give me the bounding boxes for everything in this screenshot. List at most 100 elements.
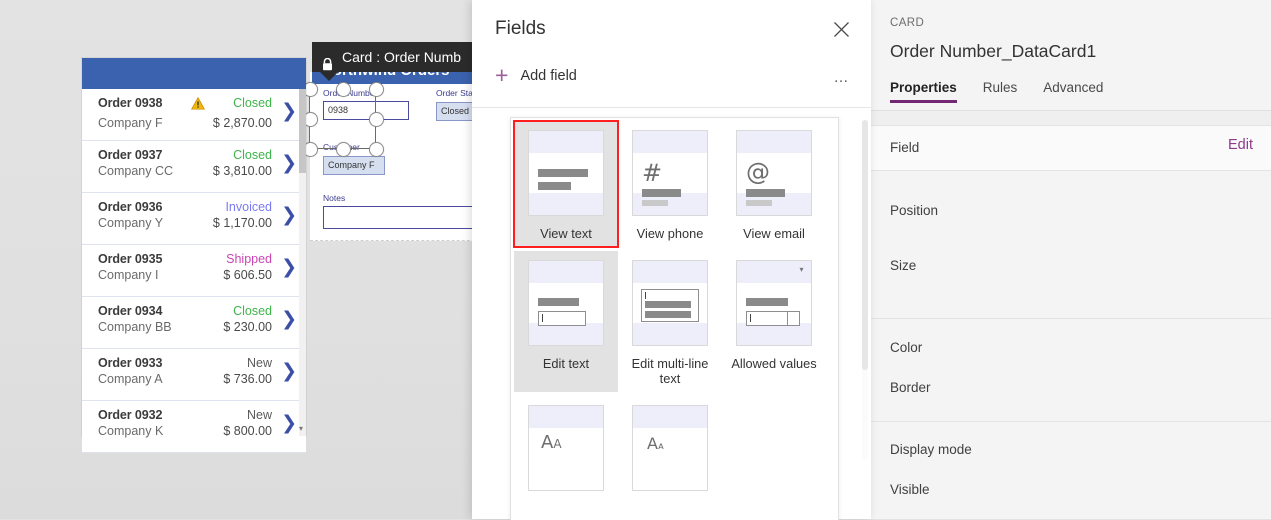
properties-pane[interactable]: CARD Order Number_DataCard1 Properties R… (870, 0, 1271, 519)
resize-handle-top-right[interactable] (369, 82, 384, 97)
order-number: Order 0936 (98, 200, 163, 214)
gallery-item[interactable]: Order 0935 Shipped Company I $ 606.50 ❯ (82, 245, 306, 297)
order-number: Order 0932 (98, 408, 163, 422)
color-row-label: Color (890, 340, 923, 355)
close-icon[interactable] (828, 17, 854, 43)
company-name: Company K (98, 424, 164, 438)
gallery-item[interactable]: Order 0937 Closed Company CC $ 3,810.00 ❯ (82, 141, 306, 193)
chevron-right-icon[interactable]: ❯ (281, 102, 297, 121)
field-input[interactable] (323, 206, 472, 229)
more-options-icon[interactable]: … (834, 69, 851, 86)
company-name: Company Y (98, 216, 164, 230)
gallery-item[interactable]: Order 0934 Closed Company BB $ 230.00 ❯ (82, 297, 306, 349)
card-selection-frame[interactable] (303, 82, 472, 157)
view-phone-thumbnail: # (632, 130, 708, 216)
control-type-picker[interactable]: View text # View phone @ View email Edit text… (510, 117, 839, 520)
chevron-right-icon[interactable]: ❯ (281, 154, 297, 173)
chevron-right-icon[interactable]: ❯ (281, 362, 297, 381)
card-tooltip: Card : Order Numb (312, 42, 472, 81)
divider (871, 170, 1271, 171)
order-number: Order 0935 (98, 252, 163, 266)
control-name-title: Order Number_DataCard1 (890, 41, 1097, 61)
tab-rules[interactable]: Rules (983, 80, 1018, 103)
field-section (871, 126, 1271, 170)
tooltip-arrow (320, 72, 338, 81)
allowed-values-thumbnail: ▾ (736, 260, 812, 346)
edit-field-link[interactable]: Edit (1228, 137, 1253, 153)
gallery-item[interactable]: Order 0933 New Company A $ 736.00 ❯ (82, 349, 306, 401)
font-a-thumbnail: Aᴀ (632, 405, 708, 491)
tab-properties[interactable]: Properties (890, 80, 957, 103)
border-row-label: Border (890, 380, 931, 395)
order-status: New (246, 356, 272, 370)
control-type-option-edit-text[interactable]: Edit text (514, 251, 618, 392)
control-type-label: Edit multi-line text (631, 356, 709, 386)
field-label: Notes (323, 193, 346, 203)
order-status: Closed (233, 304, 272, 318)
visible-row-label: Visible (890, 482, 930, 497)
gallery-header-bar (82, 58, 306, 89)
plus-icon: + (495, 62, 509, 88)
company-name: Company F (98, 116, 163, 130)
field-row-label: Field (890, 140, 920, 155)
gallery-scrollbar-thumb[interactable] (299, 89, 306, 173)
order-status: Closed (233, 148, 272, 162)
app-canvas[interactable]: Northwind Orders Order Number 0938 Order… (0, 0, 472, 519)
chevron-right-icon[interactable]: ❯ (281, 206, 297, 225)
resize-handle-middle-right[interactable] (369, 112, 384, 127)
tab-advanced[interactable]: Advanced (1043, 80, 1103, 103)
control-type-label: Allowed values (731, 356, 817, 371)
order-number: Order 0938 (98, 96, 163, 110)
chevron-right-icon[interactable]: ❯ (281, 310, 297, 329)
gallery-scroll-down-icon[interactable]: ▾ (299, 425, 305, 433)
field-input[interactable]: Company F (323, 156, 385, 175)
divider (871, 318, 1271, 319)
fields-panel-scrollbar-thumb[interactable] (862, 120, 868, 370)
order-number: Order 0933 (98, 356, 163, 370)
company-name: Company CC (98, 164, 174, 178)
control-type-option-view-text[interactable]: View text (513, 120, 619, 248)
order-status: Invoiced (225, 200, 272, 214)
gallery-item[interactable]: Order 0936 Invoiced Company Y $ 1,170.00 ❯ (82, 193, 306, 245)
resize-handle-bottom-right[interactable] (369, 142, 384, 157)
properties-tabs[interactable]: Properties Rules Advanced (890, 80, 1103, 103)
control-type-grid[interactable]: View text # View phone @ View email Edit text… (511, 118, 838, 511)
edit-text-thumbnail (528, 260, 604, 346)
order-amount: $ 230.00 (223, 320, 272, 334)
control-type-label: View text (540, 226, 592, 241)
order-gallery[interactable]: Order 0938 Closed Company F $ 2,870.00 ❯ Orde… (82, 89, 306, 453)
form-field-notes[interactable]: Notes (323, 193, 472, 229)
fields-panel[interactable]: Fields + Add field … View text # View phon… (472, 0, 871, 520)
resize-handle-top-center[interactable] (336, 82, 351, 97)
chevron-right-icon[interactable]: ❯ (281, 414, 297, 433)
order-amount: $ 606.50 (223, 268, 272, 282)
size-row-label: Size (890, 258, 917, 273)
control-type-label: Edit text (542, 356, 590, 371)
add-field-button[interactable]: + Add field (495, 62, 577, 88)
gallery-item[interactable]: Order 0938 Closed Company F $ 2,870.00 ❯ (82, 89, 306, 141)
order-number: Order 0937 (98, 148, 163, 162)
font-aa-thumbnail: AA (528, 405, 604, 491)
control-type-option-edit-multi-line-text[interactable]: Edit multi-line text (618, 251, 722, 392)
display-mode-row-label: Display mode (890, 442, 972, 457)
control-type-option-allowed-values[interactable]: ▾ Allowed values (722, 251, 826, 392)
position-row-label: Position (890, 203, 939, 218)
order-number: Order 0934 (98, 304, 163, 318)
gallery-screen-preview[interactable]: Order 0938 Closed Company F $ 2,870.00 ❯ Orde… (82, 58, 306, 453)
company-name: Company I (98, 268, 159, 282)
control-type-option-font-7[interactable]: Aᴀ (618, 396, 722, 507)
control-type-kicker: CARD (890, 17, 925, 29)
company-name: Company A (98, 372, 163, 386)
warning-icon (191, 96, 206, 115)
control-type-option-font-6[interactable]: AA (514, 396, 618, 507)
order-amount: $ 800.00 (223, 424, 272, 438)
powerapps-studio: Northwind Orders Order Number 0938 Order… (0, 0, 1271, 520)
chevron-right-icon[interactable]: ❯ (281, 258, 297, 277)
order-amount: $ 2,870.00 (212, 116, 272, 130)
order-amount: $ 736.00 (223, 372, 272, 386)
resize-handle-bottom-center[interactable] (336, 142, 351, 157)
gallery-item[interactable]: Order 0932 New Company K $ 800.00 ❯ (82, 401, 306, 453)
view-email-thumbnail: @ (736, 130, 812, 216)
control-type-option-view-phone[interactable]: # View phone (618, 121, 722, 247)
control-type-option-view-email[interactable]: @ View email (722, 121, 826, 247)
